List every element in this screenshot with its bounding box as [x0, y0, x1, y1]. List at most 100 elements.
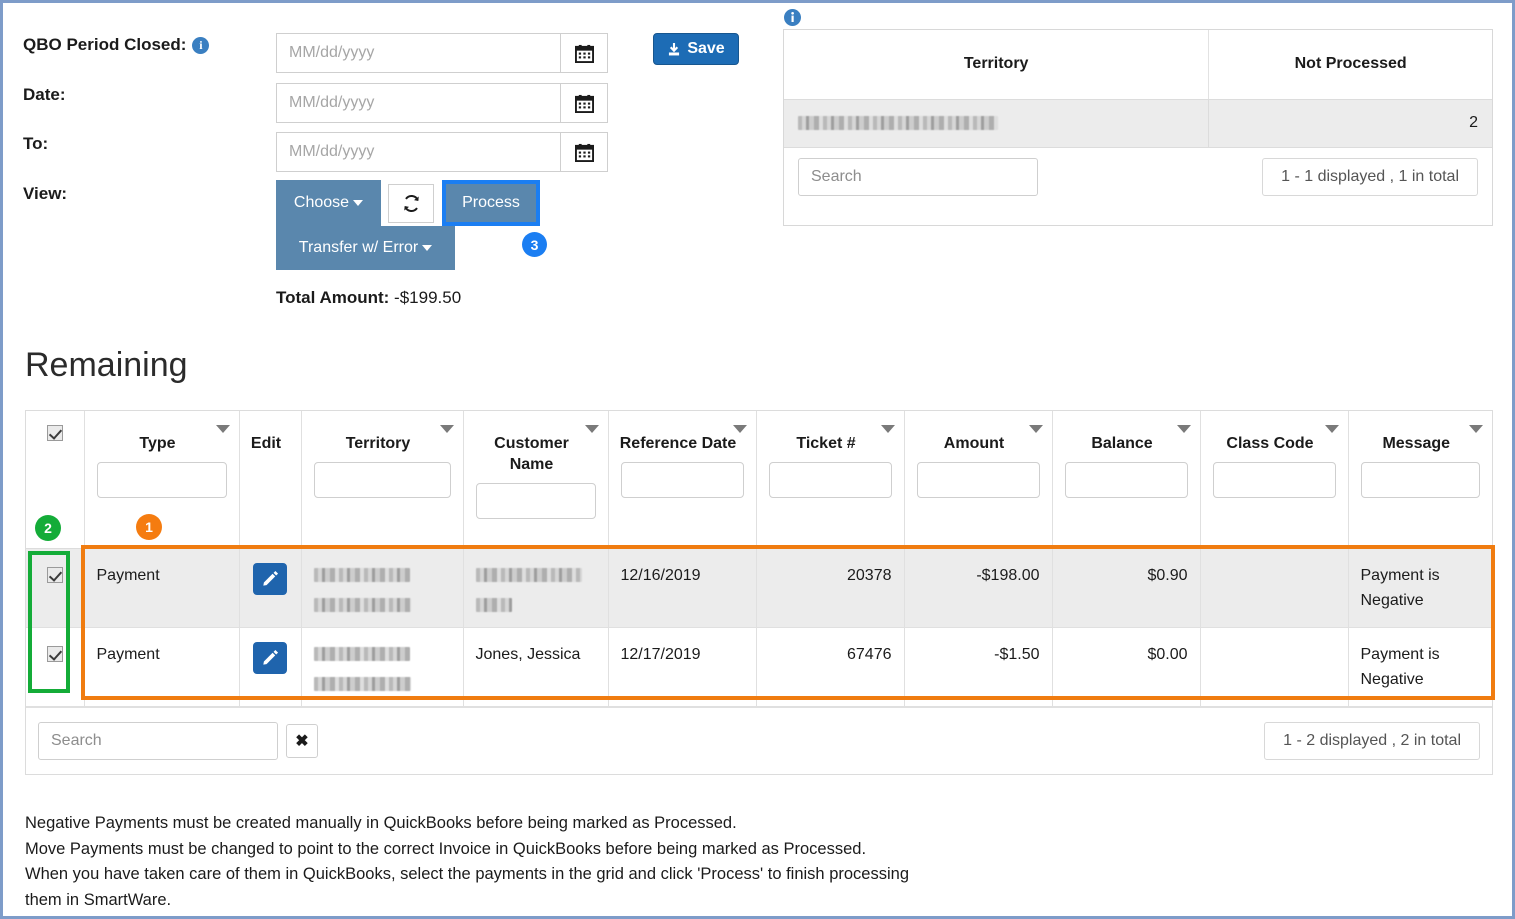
cell-type: Payment — [84, 627, 240, 707]
filter-input-type[interactable] — [96, 462, 227, 498]
row-checkbox[interactable] — [46, 646, 63, 663]
filter-input-amount[interactable] — [916, 462, 1040, 498]
column-header-customer-name[interactable]: Customer Name — [463, 411, 609, 549]
column-header-reference-date[interactable]: Reference Date — [608, 411, 757, 549]
redacted-territory-text — [313, 647, 410, 662]
cell-amount: -$1.50 — [904, 627, 1053, 707]
redacted-territory-text — [313, 676, 411, 691]
cell-ticket: 20378 — [756, 548, 905, 628]
edit-row-button[interactable] — [253, 641, 287, 674]
territory-summary-table: Territory Not Processed 2 — [784, 30, 1492, 148]
calendar-icon-button-qbo[interactable] — [560, 34, 607, 72]
application-page: QBO Period Closed: i Date: — [0, 0, 1515, 919]
filter-input-territory[interactable] — [313, 462, 451, 498]
redacted-territory-text — [798, 115, 998, 130]
filter-input-message[interactable] — [1360, 462, 1480, 498]
qbo-period-closed-input[interactable] — [277, 34, 560, 72]
remaining-search-input[interactable] — [38, 721, 278, 760]
redacted-customer-name-text — [475, 597, 512, 612]
sort-chevron-down-icon[interactable] — [880, 425, 895, 433]
cell-territory — [301, 548, 464, 628]
step-badge-3: 3 — [522, 232, 547, 257]
filter-form: QBO Period Closed: i Date: — [3, 3, 763, 328]
refresh-button[interactable] — [388, 184, 434, 223]
column-header-territory-label: Territory — [345, 435, 411, 452]
filter-input-balance[interactable] — [1064, 462, 1188, 498]
table-row[interactable]: Payment 12/16/2019 20378 -$198.00 $0.90 … — [26, 548, 1492, 628]
info-icon[interactable]: i — [192, 36, 210, 54]
instruction-line-3: When you have taken care of them in Quic… — [25, 865, 909, 883]
transfer-with-error-dropdown-button[interactable]: Transfer w/ Error — [276, 226, 455, 270]
row-select-cell — [26, 548, 85, 628]
territory-table-header-row: Territory Not Processed — [784, 30, 1492, 100]
transfer-button-label: Transfer w/ Error — [298, 239, 419, 256]
row-checkbox[interactable] — [46, 567, 63, 584]
column-header-territory[interactable]: Territory — [301, 411, 464, 549]
total-amount-label: Total Amount: — [276, 288, 390, 307]
instruction-line-2: Move Payments must be changed to point t… — [25, 839, 867, 858]
cell-territory — [301, 627, 464, 707]
column-header-edit-label: Edit — [250, 435, 282, 452]
territory-column-header[interactable]: Territory — [784, 30, 1210, 100]
remaining-grid: Type Edit Territory Customer Name Refere… — [25, 410, 1493, 775]
sort-chevron-down-icon[interactable] — [1028, 425, 1043, 433]
clear-search-button[interactable]: ✖ — [286, 723, 318, 758]
calendar-icon-button-date[interactable] — [560, 84, 607, 122]
choose-dropdown-button[interactable]: Choose — [276, 180, 381, 226]
remaining-grid-footer: ✖ 1 - 2 displayed , 2 in total — [26, 706, 1492, 774]
view-label: View: — [23, 184, 68, 203]
sort-chevron-down-icon[interactable] — [215, 425, 230, 433]
filter-input-class-code[interactable] — [1212, 462, 1336, 498]
cell-reference-date: 12/17/2019 — [608, 627, 757, 707]
sort-chevron-down-icon[interactable] — [732, 425, 747, 433]
sort-chevron-down-icon[interactable] — [584, 425, 599, 433]
territory-pager-info: 1 - 1 displayed , 1 in total — [1262, 157, 1478, 196]
sort-chevron-down-icon[interactable] — [439, 425, 454, 433]
edit-row-button[interactable] — [253, 562, 287, 595]
to-datefield[interactable] — [276, 132, 608, 172]
instructions-text: Negative Payments must be created manual… — [25, 811, 1125, 913]
save-button-label: Save — [687, 40, 725, 57]
date-datefield[interactable] — [276, 83, 608, 123]
cell-type: Payment — [84, 548, 240, 628]
filter-input-reference-date[interactable] — [620, 462, 744, 498]
calendar-icon-button-to[interactable] — [560, 133, 607, 171]
column-header-ticket[interactable]: Ticket # — [756, 411, 905, 549]
column-header-amount[interactable]: Amount — [904, 411, 1053, 549]
redacted-customer-name-text — [475, 568, 582, 583]
redacted-territory-text — [313, 597, 411, 612]
page-title: Remaining — [25, 346, 188, 384]
filter-input-ticket[interactable] — [768, 462, 892, 498]
cell-customer-name: Jones, Jessica — [463, 627, 609, 707]
select-all-checkbox[interactable] — [46, 425, 63, 441]
cell-message: Payment is Negative — [1348, 548, 1492, 628]
instruction-line-1: Negative Payments must be created manual… — [25, 814, 737, 832]
cell-ticket: 67476 — [756, 627, 905, 707]
to-input[interactable] — [277, 133, 560, 171]
not-processed-cell-value: 2 — [1208, 99, 1492, 148]
sort-chevron-down-icon[interactable] — [1176, 425, 1191, 433]
refresh-icon — [403, 195, 419, 212]
column-header-message[interactable]: Message — [1348, 411, 1492, 549]
column-header-customer-name-label: Customer Name — [494, 435, 569, 473]
table-row[interactable]: Payment Jones, Jessica 12/17/2019 67476 … — [26, 627, 1492, 707]
save-button[interactable]: Save — [653, 33, 739, 65]
territory-search-input[interactable] — [798, 157, 1038, 196]
process-button[interactable]: Process — [442, 180, 540, 226]
qbo-period-closed-datefield[interactable] — [276, 33, 608, 73]
column-header-balance[interactable]: Balance — [1052, 411, 1201, 549]
sort-chevron-down-icon[interactable] — [1469, 425, 1483, 433]
cell-edit — [239, 627, 302, 707]
cell-customer-name — [463, 548, 609, 628]
territory-info-icon[interactable] — [784, 9, 801, 26]
filter-input-customer-name[interactable] — [475, 483, 596, 519]
step-badge-2-label: 2 — [44, 520, 52, 536]
territory-summary-panel: Territory Not Processed 2 1 - 1 displaye… — [783, 29, 1493, 226]
pencil-icon — [262, 649, 278, 665]
step-badge-1: 1 — [136, 514, 162, 540]
date-input[interactable] — [277, 84, 560, 122]
column-header-class-code[interactable]: Class Code — [1200, 411, 1349, 549]
not-processed-column-header[interactable]: Not Processed — [1208, 30, 1492, 100]
sort-chevron-down-icon[interactable] — [1324, 425, 1339, 433]
remaining-pager-info: 1 - 2 displayed , 2 in total — [1264, 721, 1480, 760]
